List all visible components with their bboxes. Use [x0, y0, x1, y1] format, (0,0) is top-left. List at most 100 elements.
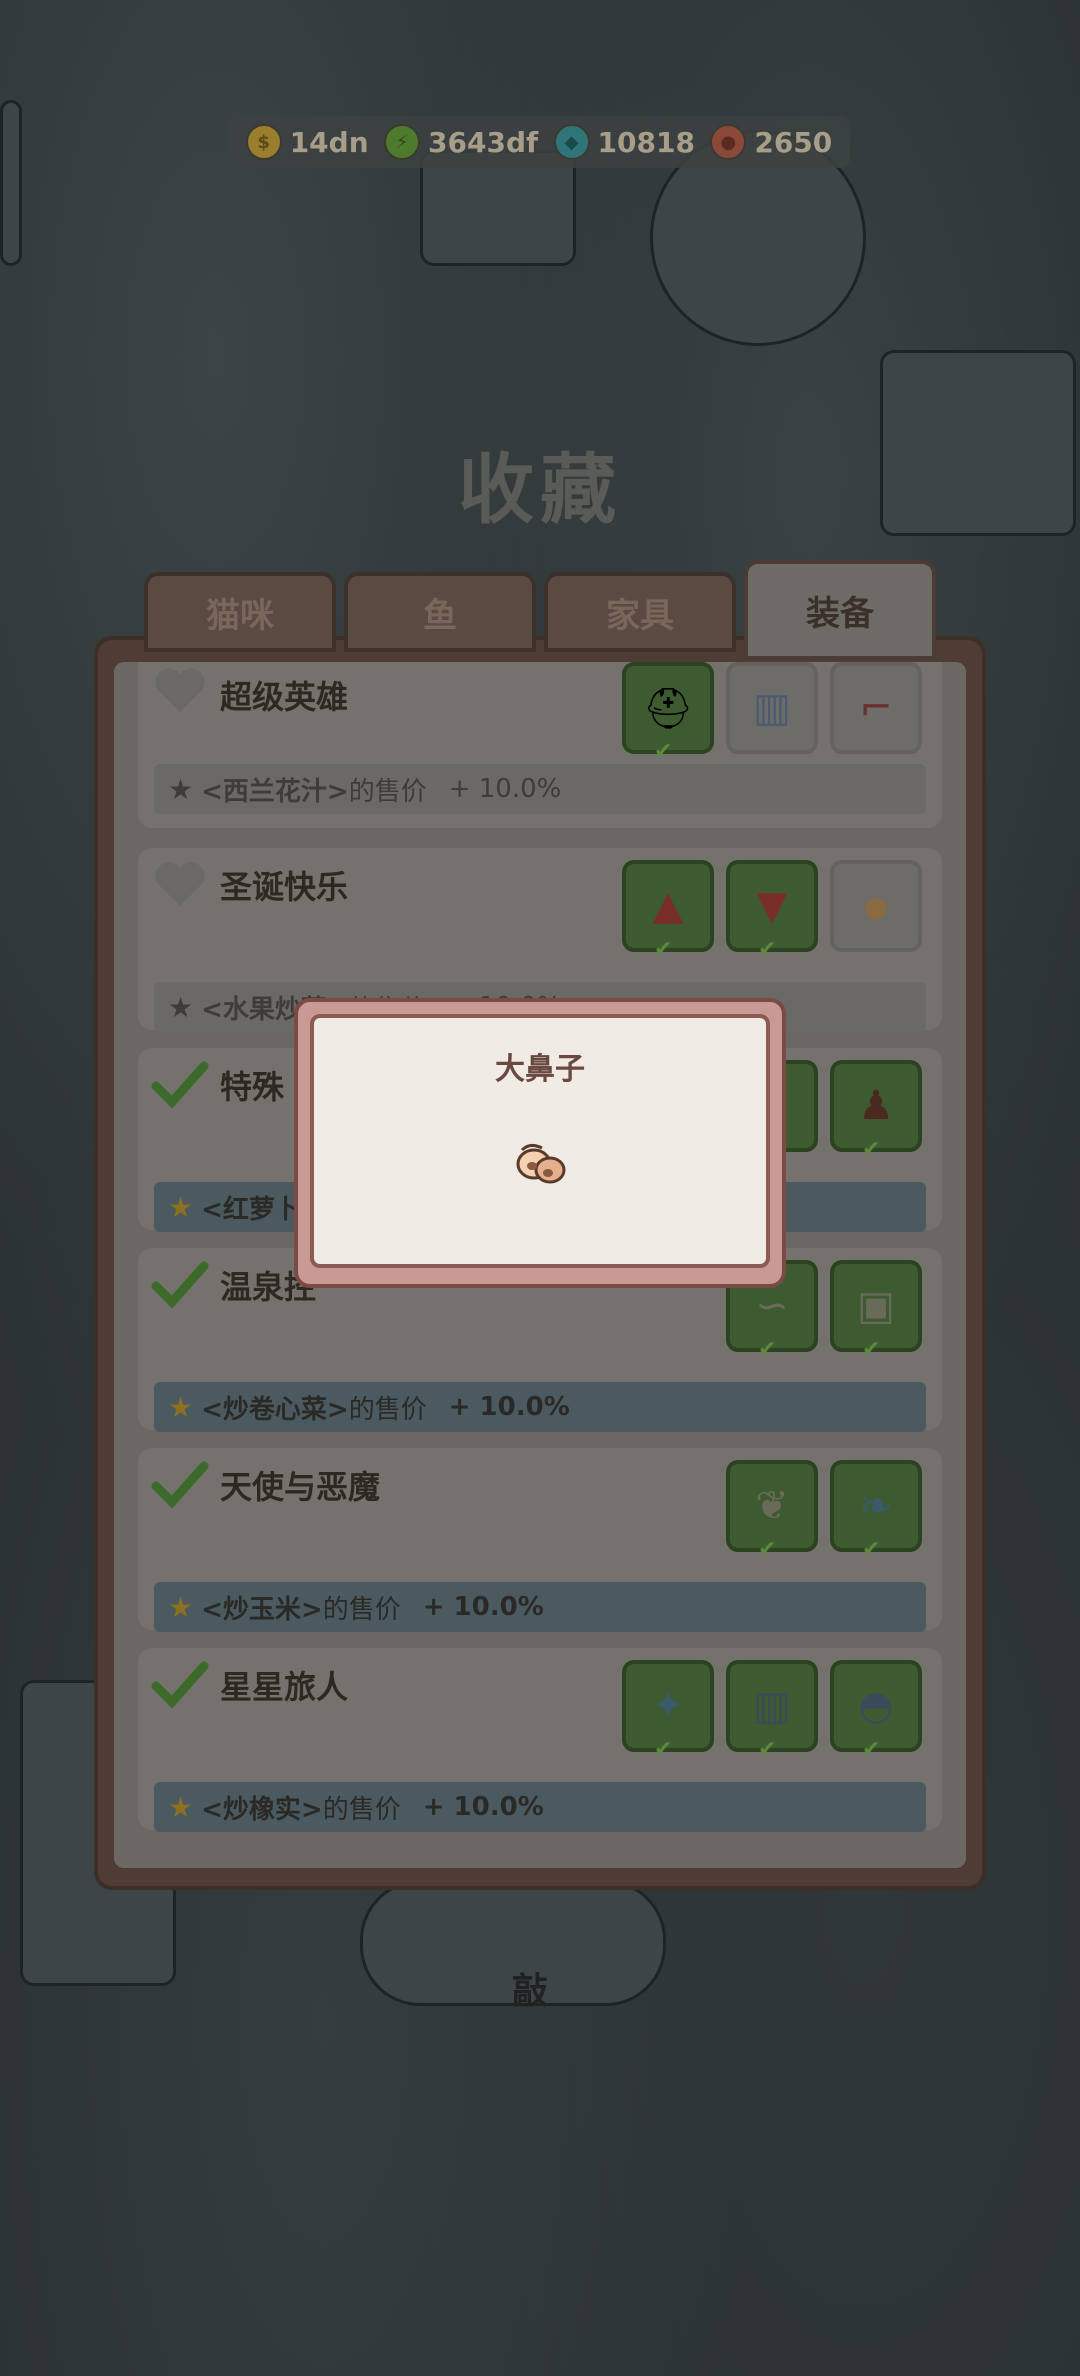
- coin-amount: 14dn: [289, 125, 369, 159]
- check-icon: [151, 1061, 209, 1109]
- bonus-item: <炒卷心菜>: [201, 1394, 349, 1425]
- star-cap-icon: ✦: [651, 1683, 685, 1729]
- check-mark-icon: ✔: [862, 1537, 881, 1562]
- check-mark-icon: ✔: [862, 1137, 881, 1162]
- check-icon: [151, 1461, 209, 1509]
- boots-icon: ⌐: [859, 685, 893, 731]
- item-slot[interactable]: ▲ ✔: [622, 860, 714, 962]
- traveler-shoes-icon: ◓: [858, 1683, 894, 1729]
- lightning-icon: ⚡: [384, 124, 421, 160]
- tab-fish[interactable]: 鱼: [344, 572, 536, 652]
- item-slot[interactable]: ❧ ✔: [830, 1460, 922, 1562]
- check-mark-icon: ✔: [654, 739, 673, 764]
- heart-icon: [155, 668, 205, 712]
- traveler-vest-icon: ▥: [753, 1683, 791, 1729]
- scene-decoration: [0, 100, 22, 266]
- bonus-suffix: 的售价: [322, 1594, 401, 1625]
- bottom-label: 敲: [512, 1971, 549, 2012]
- bonus-percent: + 10.0%: [448, 774, 562, 804]
- item-slot[interactable]: ♟ ✔: [830, 1060, 922, 1162]
- vest-icon: ▥: [753, 685, 791, 731]
- helmet-icon: ⛑: [642, 685, 694, 732]
- list-item: 天使与恶魔 ❦ ✔ ❧ ✔ ★ <炒玉米> 的售价 + 10.0%: [138, 1448, 942, 1632]
- bonus-item: <炒玉米>: [201, 1594, 323, 1625]
- bonus-suffix: 的售价: [348, 1394, 427, 1425]
- token-amount: 2650: [754, 125, 833, 159]
- check-mark-icon: ✔: [758, 1537, 777, 1562]
- set-bonus: ★ <炒玉米> 的售价 + 10.0%: [154, 1582, 926, 1632]
- bonus-item: <红萝卜: [201, 1194, 301, 1225]
- set-bonus: ★ <炒卷心菜> 的售价 + 10.0%: [154, 1382, 926, 1432]
- tab-label: 装备: [806, 593, 874, 634]
- heart-icon: [155, 862, 205, 906]
- set-name: 特殊: [220, 1068, 285, 1106]
- big-nose-icon: ●: [863, 889, 889, 923]
- item-slot[interactable]: ⛑ ✔: [622, 662, 714, 764]
- energy-amount: 3643df: [428, 125, 539, 159]
- currency-token: ● 2650: [710, 124, 832, 160]
- star-icon: ★: [168, 1790, 194, 1824]
- popup-title: 大鼻子: [495, 1052, 585, 1087]
- robe-icon: ▣: [857, 1283, 895, 1329]
- item-slot[interactable]: ❦ ✔: [726, 1460, 818, 1562]
- item-slot[interactable]: ✦ ✔: [622, 1660, 714, 1762]
- bonus-item: <西兰花汁>: [201, 776, 349, 807]
- item-slot[interactable]: ▥: [726, 662, 818, 754]
- bonus-percent: + 10.0%: [422, 1792, 544, 1822]
- tab-label: 家具: [606, 595, 674, 636]
- bonus-percent: + 10.0%: [448, 1392, 570, 1422]
- plunger-icon: ♟: [858, 1083, 894, 1129]
- page-title: 收藏: [458, 445, 622, 534]
- gem-amount: 10818: [597, 125, 695, 159]
- list-item: 星星旅人 ✦ ✔ ▥ ✔ ◓ ✔ ★ <炒橡实> 的售价 + 10.0%: [138, 1648, 942, 1832]
- tab-cats[interactable]: 猫咪: [144, 572, 336, 652]
- currency-energy: ⚡ 3643df: [384, 124, 538, 160]
- angel-wings-icon: ❦: [755, 1483, 789, 1529]
- set-name: 天使与恶魔: [220, 1468, 381, 1506]
- check-mark-icon: ✔: [862, 1337, 881, 1362]
- set-bonus: ★ <炒橡实> 的售价 + 10.0%: [154, 1782, 926, 1832]
- currency-bar: $ 14dn ⚡ 3643df ◆ 10818 ● 2650: [228, 116, 850, 168]
- star-icon: ★: [168, 1590, 194, 1624]
- bonus-suffix: 的售价: [348, 776, 427, 807]
- check-mark-icon: ✔: [654, 937, 673, 962]
- coin-icon: $: [245, 124, 282, 160]
- tab-furniture[interactable]: 家具: [544, 572, 736, 652]
- item-slot[interactable]: ▼ ✔: [726, 860, 818, 962]
- check-mark-icon: ✔: [758, 937, 777, 962]
- check-icon: [151, 1661, 209, 1709]
- list-item: 超级英雄 ⛑ ✔ ▥ ⌐ ★ <西兰花汁> 的售价 + 10.0%: [138, 662, 942, 828]
- item-slot[interactable]: ▥ ✔: [726, 1660, 818, 1762]
- currency-coin: $ 14dn: [245, 124, 369, 160]
- set-bonus: ★ <西兰花汁> 的售价 + 10.0%: [154, 764, 926, 814]
- check-mark-icon: ✔: [862, 1737, 881, 1762]
- set-name: 圣诞快乐: [220, 868, 349, 906]
- set-name: 星星旅人: [220, 1668, 349, 1706]
- check-icon: [151, 1261, 209, 1309]
- star-icon: ★: [168, 1390, 194, 1424]
- item-slot[interactable]: ▣ ✔: [830, 1260, 922, 1362]
- set-name: 超级英雄: [220, 678, 349, 716]
- bonus-percent: + 10.0%: [422, 1592, 544, 1622]
- check-mark-icon: ✔: [654, 1737, 673, 1762]
- gem-icon: ◆: [553, 124, 590, 160]
- big-nose-icon: [516, 1143, 566, 1184]
- star-icon: ★: [168, 772, 194, 806]
- tab-label: 鱼: [423, 595, 457, 636]
- bonus-suffix: 的售价: [322, 1794, 401, 1825]
- item-slot[interactable]: ◓ ✔: [830, 1660, 922, 1762]
- tab-equipment[interactable]: 装备: [744, 560, 936, 660]
- currency-gem: ◆ 10818: [553, 124, 695, 160]
- fish-token-icon: ●: [710, 124, 747, 160]
- item-slot[interactable]: ⌐: [830, 662, 922, 754]
- check-mark-icon: ✔: [758, 1737, 777, 1762]
- star-icon: ★: [168, 1190, 194, 1224]
- demon-wings-icon: ❧: [859, 1483, 893, 1529]
- tab-label: 猫咪: [206, 595, 274, 636]
- star-icon: ★: [168, 990, 194, 1024]
- santa-hat-icon: ▲: [652, 883, 684, 929]
- santa-coat-icon: ▼: [756, 883, 788, 929]
- check-mark-icon: ✔: [758, 1337, 777, 1362]
- bonus-item: <炒橡实>: [201, 1794, 323, 1825]
- item-slot[interactable]: ●: [830, 860, 922, 952]
